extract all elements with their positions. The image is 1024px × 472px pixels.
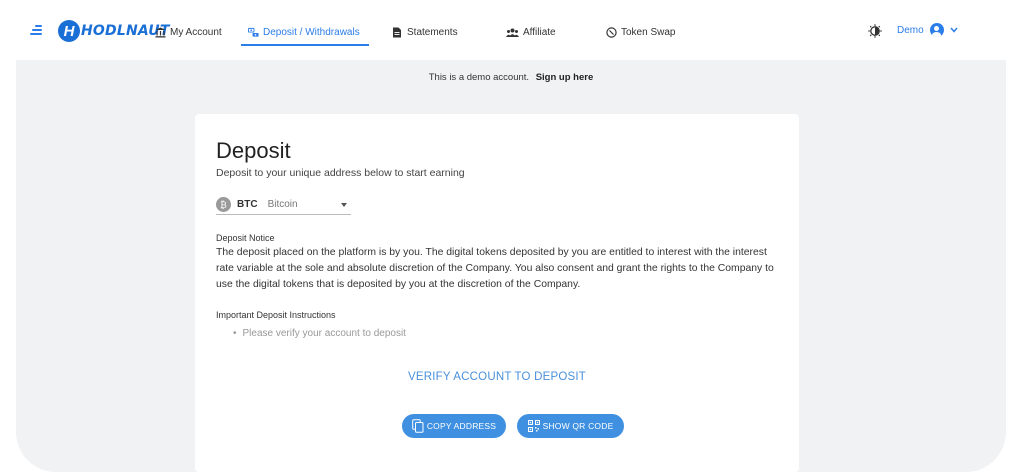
copy-address-label: COPY ADDRESS	[426, 421, 497, 431]
active-tab-indicator	[241, 44, 369, 46]
copy-address-button[interactable]: COPY ADDRESS	[402, 414, 506, 438]
nav-label: Token Swap	[621, 26, 676, 38]
page-subtitle: Deposit to your unique address below to …	[216, 167, 465, 179]
qr-code-icon	[527, 420, 540, 432]
deposit-notice-title: Deposit Notice	[216, 233, 275, 243]
deposit-card: Deposit Deposit to your unique address b…	[195, 114, 799, 472]
copy-icon	[412, 419, 424, 433]
instructions-title: Important Deposit Instructions	[216, 310, 336, 320]
chevron-down-icon	[950, 25, 958, 36]
top-navbar: H HODLNAUT My Account Deposit / Withdraw…	[0, 0, 1024, 60]
coin-select[interactable]: ₿ BTC Bitcoin	[216, 195, 351, 215]
avatar-icon	[929, 23, 944, 37]
nav-label: Statements	[407, 26, 458, 38]
money-transfer-icon	[248, 27, 259, 38]
page-title: Deposit	[216, 138, 291, 163]
nav-item-affiliate[interactable]: Affiliate	[506, 22, 556, 42]
demo-notice-text: This is a demo account.	[428, 72, 530, 83]
user-menu[interactable]: Demo	[897, 23, 958, 37]
deposit-notice-body: The deposit placed on the platform is by…	[216, 247, 774, 290]
user-name: Demo	[897, 24, 924, 36]
nav-label: Deposit / Withdrawals	[263, 26, 360, 38]
coin-name: Bitcoin	[267, 199, 298, 210]
show-qr-code-button[interactable]: SHOW QR CODE	[517, 414, 624, 438]
caret-down-icon	[341, 203, 347, 207]
logo-mark: H	[58, 20, 80, 42]
nav-item-token-swap[interactable]: Token Swap	[606, 22, 675, 42]
coin-code: BTC	[237, 199, 258, 210]
nav-item-deposit-withdrawals[interactable]: Deposit / Withdrawals	[248, 22, 360, 42]
nav-item-my-account[interactable]: My Account	[155, 22, 222, 42]
bank-icon	[155, 27, 166, 38]
instructions-list: Please verify your account to deposit	[233, 328, 406, 339]
brand-logo[interactable]: H HODLNAUT	[58, 18, 170, 44]
swap-icon	[606, 26, 617, 38]
nav-label: Affiliate	[523, 26, 556, 38]
verify-account-link[interactable]: VERIFY ACCOUNT TO DEPOSIT	[195, 371, 799, 383]
nav-label: My Account	[170, 26, 222, 38]
bitcoin-icon: ₿	[216, 197, 231, 212]
menu-icon[interactable]	[30, 25, 42, 35]
users-icon	[506, 27, 519, 38]
list-item: Please verify your account to deposit	[233, 328, 406, 339]
document-icon	[392, 27, 403, 38]
sign-up-link[interactable]: Sign up here	[536, 72, 594, 83]
show-qr-code-label: SHOW QR CODE	[542, 421, 614, 431]
nav-item-statements[interactable]: Statements	[392, 22, 458, 42]
theme-toggle-icon[interactable]	[868, 24, 882, 38]
demo-account-banner: This is a demo account. Sign up here	[16, 72, 1006, 83]
